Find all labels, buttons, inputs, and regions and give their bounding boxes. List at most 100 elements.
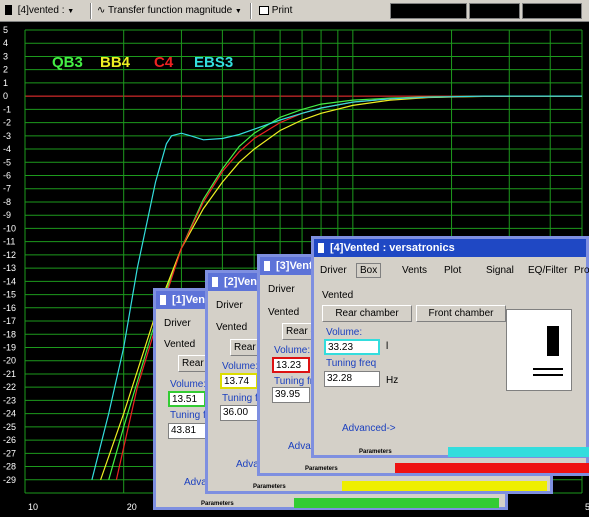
y-tick-label: -11	[3, 237, 15, 247]
tab-driver[interactable]: Driver	[320, 265, 347, 276]
volume-input[interactable]: 13.51	[168, 391, 206, 407]
y-tick-label: -1	[3, 104, 11, 114]
window-4-title-text: [4]Vented : versatronics	[330, 242, 455, 254]
port-line-icon	[533, 374, 563, 376]
tab-driver[interactable]: Driver	[268, 284, 295, 295]
legend-ebs3: EBS3	[194, 54, 233, 71]
legend-qb3: QB3	[52, 54, 83, 71]
printer-icon	[259, 5, 269, 15]
wave-icon: ∿	[97, 5, 106, 16]
x-tick-label: 10	[28, 502, 38, 512]
speaker-icon	[5, 5, 12, 16]
y-tick-label: -16	[3, 303, 16, 313]
tuning-freq-unit: Hz	[386, 375, 399, 386]
tab-signal[interactable]: Signal	[486, 265, 514, 276]
y-tick-label: -29	[3, 475, 16, 485]
y-tick-label: -28	[3, 462, 16, 472]
parameters-label: Parameters	[253, 484, 286, 490]
y-tick-label: 1	[3, 78, 8, 88]
tab-box[interactable]: Box	[356, 263, 382, 278]
y-tick-label: 5	[3, 25, 8, 35]
tab-plot[interactable]: Plot	[444, 265, 461, 276]
tab-driver[interactable]: Driver	[216, 300, 243, 311]
legend-c4: C4	[154, 54, 174, 71]
speaker-icon	[212, 277, 218, 288]
chevron-down-icon: ▼	[67, 8, 75, 15]
y-tick-label: -17	[3, 316, 16, 326]
y-tick-label: 3	[3, 51, 8, 61]
project-selector[interactable]: [4]vented : ▼	[2, 2, 77, 19]
x-tick-label: 500	[585, 502, 589, 512]
volume-label: Volume:	[274, 345, 311, 356]
y-tick-label: -9	[3, 210, 11, 220]
tab-driver[interactable]: Driver	[164, 318, 191, 329]
y-tick-label: -27	[3, 448, 16, 458]
box-diagram	[506, 309, 572, 391]
y-tick-label: -3	[3, 131, 11, 141]
print-button[interactable]: Print	[256, 2, 295, 19]
y-tick-label: 2	[3, 65, 8, 75]
y-tick-label: -5	[3, 157, 11, 167]
box-type-label: Vented	[268, 307, 300, 318]
parameters-color-bar	[294, 498, 499, 508]
volume-input[interactable]: 13.23	[272, 357, 310, 373]
y-tick-label: -20	[3, 356, 16, 366]
x-tick-label: 20	[127, 502, 137, 512]
tab-pro[interactable]: Pro	[574, 265, 589, 276]
y-tick-label: -24	[3, 409, 16, 419]
volume-unit: l	[386, 341, 389, 352]
y-tick-label: -7	[3, 184, 11, 194]
tuning-freq-input[interactable]: 39.95	[272, 387, 310, 403]
rear-chamber-button[interactable]: Rear ch	[230, 339, 258, 356]
tab-vents[interactable]: Vents	[402, 265, 427, 276]
view-selector[interactable]: ∿ Transfer function magnitude ▼	[94, 2, 245, 19]
speaker-icon	[318, 243, 324, 254]
box-type-label: Vented	[322, 290, 354, 301]
tuning-freq-input[interactable]: 36.00	[220, 405, 258, 421]
advanced-link[interactable]: Advanced->	[342, 423, 396, 434]
y-tick-label: 4	[3, 38, 8, 48]
y-tick-label: -14	[3, 276, 16, 286]
print-button-label: Print	[271, 5, 293, 16]
box-type-label: Vented	[216, 322, 248, 333]
view-selector-label: Transfer function magnitude	[108, 5, 233, 16]
volume-label: Volume:	[170, 379, 207, 390]
legend-bb4: BB4	[100, 54, 131, 71]
y-tick-label: -12	[3, 250, 16, 260]
parameters-color-bar	[448, 447, 589, 457]
tuning-freq-label: Tuning freq	[326, 358, 377, 369]
parameters-label: Parameters	[359, 449, 392, 455]
tab-eq-filter[interactable]: EQ/Filter	[528, 265, 567, 276]
rear-chamber-button[interactable]: Rear chamber	[322, 305, 412, 322]
speaker-icon	[160, 295, 166, 306]
rear-chamber-button[interactable]: Rear ch	[282, 323, 312, 340]
port-line-icon	[533, 368, 563, 370]
project-selector-label: [4]vented :	[17, 5, 65, 16]
volume-input[interactable]: 13.74	[220, 373, 258, 389]
y-tick-label: -10	[3, 223, 16, 233]
y-tick-label: -8	[3, 197, 11, 207]
y-tick-label: -25	[3, 422, 16, 432]
window-4-title[interactable]: [4]Vented : versatronics	[314, 239, 586, 257]
y-tick-label: -18	[3, 329, 16, 339]
y-tick-label: -21	[3, 369, 16, 379]
vented-window-4[interactable]: [4]Vented : versatronics Driver Box Vent…	[311, 236, 589, 458]
volume-label: Volume:	[326, 327, 363, 338]
tuning-freq-input[interactable]: 43.81	[168, 423, 206, 439]
status-display-2	[469, 3, 520, 19]
y-tick-label: -26	[3, 435, 16, 445]
y-tick-label: -13	[3, 263, 16, 273]
volume-label: Volume:	[222, 361, 259, 372]
tuning-freq-input[interactable]: 32.28	[324, 371, 380, 387]
y-tick-label: -23	[3, 395, 16, 405]
y-tick-label: -4	[3, 144, 11, 154]
y-tick-label: -2	[3, 118, 11, 128]
parameters-color-bar	[342, 481, 547, 491]
volume-input[interactable]: 33.23	[324, 339, 380, 355]
status-display-1	[390, 3, 467, 19]
chevron-down-icon: ▼	[234, 8, 242, 15]
front-chamber-button[interactable]: Front chamber	[416, 305, 506, 322]
rear-chamber-button[interactable]: Rear ch	[178, 355, 206, 372]
y-tick-label: -22	[3, 382, 16, 392]
